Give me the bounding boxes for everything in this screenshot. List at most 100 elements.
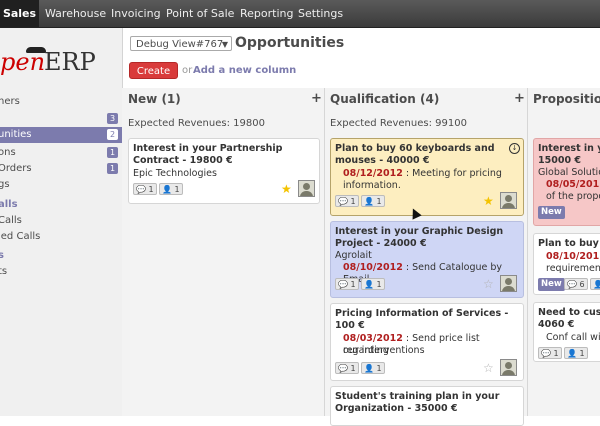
- followers-chip[interactable]: 👤 1: [564, 347, 588, 359]
- sidebar-item-label: Calls: [0, 215, 22, 226]
- card-title: Student's training plan in your Organizat…: [335, 391, 500, 414]
- menu-settings[interactable]: Settings: [298, 0, 343, 27]
- card-next-action: 08/10/2012: [546, 251, 600, 262]
- kanban-card[interactable]: Interest in your Partnership Contract - 1…: [128, 138, 320, 204]
- sidebar-item-opportunities[interactable]: unities 2: [0, 127, 122, 143]
- sidebar-section-label: alls: [0, 199, 18, 210]
- followers-chip[interactable]: 👤 1: [361, 195, 385, 207]
- sidebar-item-label: ts: [0, 266, 8, 277]
- sidebar-item-label: ners: [0, 96, 20, 107]
- sidebar-item-quotations[interactable]: ons 1: [0, 145, 122, 161]
- card-next-action: 08/05/2012: [546, 179, 600, 190]
- card-title: Pricing Information of Services -100 €: [335, 308, 509, 331]
- column-expected-revenue: Expected Revenues: 99100: [330, 118, 467, 129]
- sidebar-count-badge: 1: [107, 147, 118, 158]
- new-tag-badge: New: [538, 278, 565, 291]
- sidebar-item-sales-orders[interactable]: Orders 1: [0, 161, 122, 177]
- priority-star-icon[interactable]: ☆: [483, 362, 494, 374]
- sidebar-item-label: unities: [0, 129, 32, 140]
- messages-chip[interactable]: 💬 1: [335, 195, 359, 207]
- card-title: Plan to buy 60 keyboards and mouses - 400…: [335, 143, 495, 166]
- create-button[interactable]: Create: [129, 62, 178, 79]
- messages-chip[interactable]: 💬 1: [335, 362, 359, 374]
- priority-star-icon[interactable]: ★: [483, 195, 494, 207]
- priority-star-icon[interactable]: ☆: [483, 278, 494, 290]
- followers-chip[interactable]: 👤 1: [159, 183, 183, 195]
- sidebar-count-badge: 2: [107, 129, 118, 140]
- card-next-action: 08/12/2012 : Meeting for pricing: [343, 168, 502, 179]
- card-partner: Global Solution: [538, 167, 600, 178]
- user-avatar: [500, 275, 517, 292]
- messages-chip[interactable]: 💬 6: [564, 278, 588, 290]
- card-next-action-cont: of the propos: [546, 191, 600, 202]
- card-title: Interest in your15000 €: [538, 143, 600, 166]
- page-title: Opportunities: [235, 35, 345, 51]
- add-card-icon[interactable]: +: [311, 91, 322, 106]
- kanban-card[interactable]: Plan to buy a 08/10/2012 requirement New…: [533, 233, 600, 295]
- followers-chip[interactable]: 👤 1: [361, 278, 385, 290]
- menu-point-of-sale[interactable]: Point of Sale: [166, 0, 234, 27]
- menu-warehouse[interactable]: Warehouse: [45, 0, 106, 27]
- followers-chip[interactable]: 👤 1: [590, 278, 600, 290]
- column-title: Qualification (4): [330, 92, 440, 106]
- kanban-board: New (1) + Expected Revenues: 19800 Inter…: [122, 88, 600, 426]
- kanban-card[interactable]: Interest in your15000 € Global Solution …: [533, 138, 600, 226]
- kanban-column-new: New (1) + Expected Revenues: 19800 Inter…: [122, 88, 324, 416]
- sidebar-section-label: s: [0, 250, 4, 261]
- column-title: Proposition: [533, 92, 600, 106]
- kanban-card[interactable]: Need to custo4060 € Conf call with 💬 1 👤…: [533, 302, 600, 362]
- messages-chip[interactable]: 💬 1: [538, 347, 562, 359]
- card-partner: Epic Technologies: [133, 168, 217, 179]
- sidebar-item-label: Orders: [0, 163, 32, 174]
- view-selector-value: Debug View#767: [136, 39, 224, 50]
- column-expected-revenue: Expected Revenues: 19800: [128, 118, 265, 129]
- sidebar-item-products[interactable]: ts: [0, 264, 122, 280]
- openerp-logo[interactable]: pen ERP: [0, 38, 122, 78]
- menu-invoicing[interactable]: Invoicing: [111, 0, 161, 27]
- card-title: Interest in your Partnership Contract - 1…: [133, 143, 283, 166]
- sidebar-count-badge: 1: [107, 163, 118, 174]
- kanban-card[interactable]: Student's training plan in your Organizat…: [330, 386, 524, 426]
- or-text: or: [182, 65, 193, 76]
- add-card-icon[interactable]: +: [514, 91, 525, 106]
- sidebar-item-label: ons: [0, 147, 16, 158]
- sidebar-count-badge: 3: [107, 113, 118, 124]
- kanban-column-proposition: Proposition Interest in your15000 € Glob…: [528, 88, 600, 416]
- kanban-card[interactable]: Interest in your Graphic Design Project -…: [330, 221, 524, 298]
- followers-chip[interactable]: 👤 1: [361, 362, 385, 374]
- add-column-link[interactable]: Add a new column: [193, 65, 296, 76]
- logo-text-erp: ERP: [44, 48, 96, 76]
- new-tag-badge: New: [538, 206, 565, 219]
- logo-text-pen: pen: [0, 48, 46, 76]
- card-next-action-cont: Conf call with: [546, 332, 600, 343]
- user-avatar: [298, 180, 315, 197]
- sidebar-item-meetings[interactable]: gs: [0, 177, 122, 193]
- sidebar-section-products: s: [0, 248, 122, 264]
- sidebar-item-scheduled-calls[interactable]: led Calls: [0, 229, 122, 245]
- menu-reporting[interactable]: Reporting: [240, 0, 293, 27]
- kanban-card[interactable]: Pricing Information of Services -100 € 0…: [330, 303, 524, 381]
- card-next-action-cont: requirement: [546, 263, 600, 274]
- card-title: Plan to buy a: [538, 238, 600, 249]
- sidebar-item-logged-calls[interactable]: Calls: [0, 213, 122, 229]
- menu-sales[interactable]: Sales: [0, 0, 39, 27]
- card-title: Interest in your Graphic Design Project -…: [335, 226, 504, 249]
- card-next-action-cont: our interventions: [343, 345, 425, 356]
- download-icon[interactable]: ↓: [509, 143, 520, 154]
- sidebar: pen ERP ners 3 unities 2 ons 1 Orders 1 …: [0, 28, 123, 416]
- card-next-action-cont: information.: [343, 180, 401, 191]
- kanban-card[interactable]: Plan to buy 60 keyboards and mouses - 400…: [330, 138, 524, 216]
- top-menubar: Sales Warehouse Invoicing Point of Sale …: [0, 0, 600, 28]
- view-selector[interactable]: Debug View#767 ▼: [130, 36, 232, 51]
- messages-chip[interactable]: 💬 1: [133, 183, 157, 195]
- card-title: Need to custo4060 €: [538, 307, 600, 330]
- user-avatar: [500, 359, 517, 376]
- priority-star-icon[interactable]: ★: [281, 183, 292, 195]
- card-partner: Agrolait: [335, 250, 372, 261]
- sidebar-section-phone-calls: alls: [0, 197, 122, 213]
- sidebar-item-customers[interactable]: ners: [0, 94, 122, 110]
- messages-chip[interactable]: 💬 1: [335, 278, 359, 290]
- sidebar-item-blank[interactable]: 3: [0, 111, 122, 127]
- user-avatar: [500, 192, 517, 209]
- column-title: New (1): [128, 92, 181, 106]
